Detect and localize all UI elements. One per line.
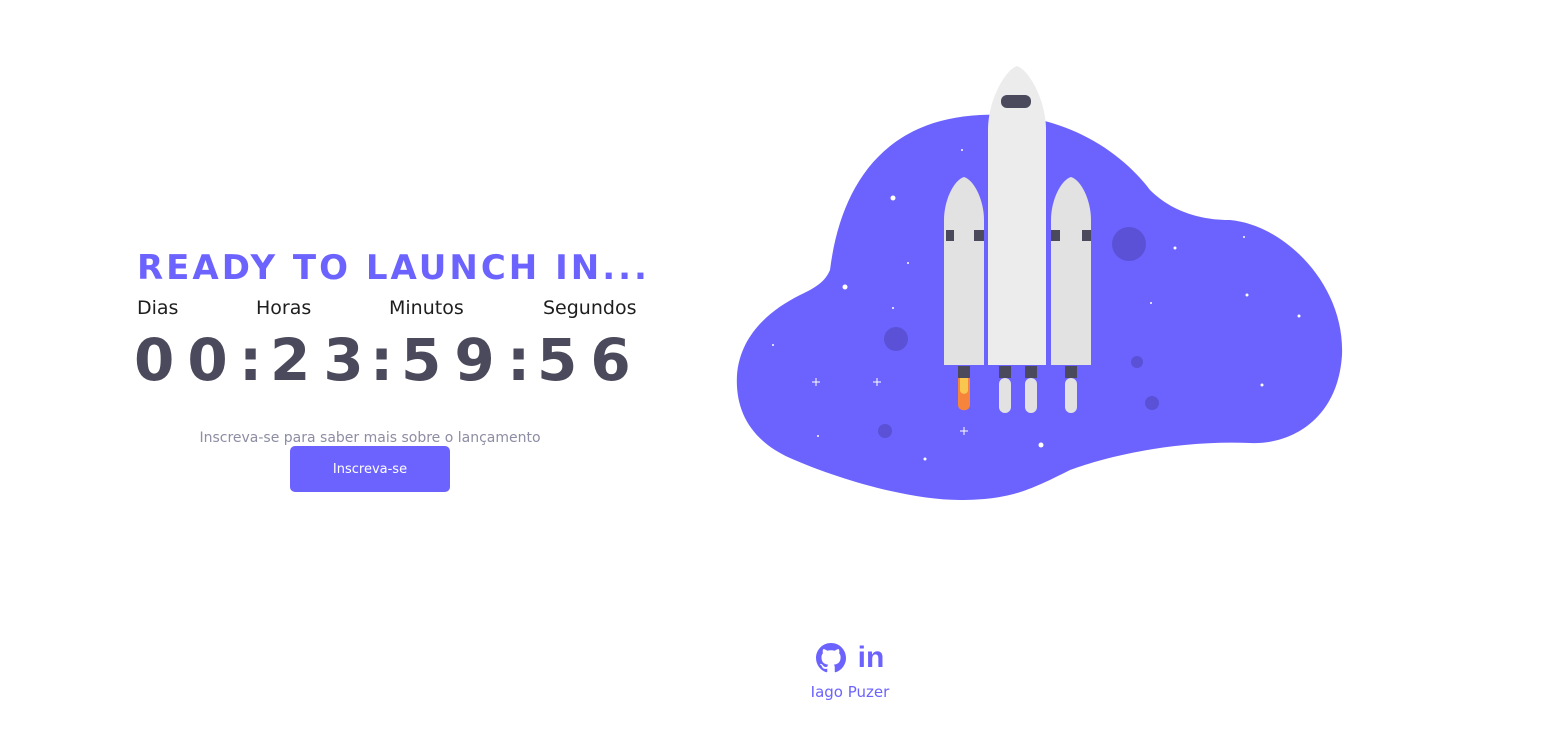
hours-label: Horas — [256, 297, 312, 319]
countdown-timer: 00 : 23 : 59 : 56 — [134, 326, 657, 394]
page: READY TO LAUNCH IN... Dias Horas Minutos… — [0, 0, 1562, 749]
countdown-labels: Dias Horas Minutos Segundos — [137, 297, 657, 323]
days-value: 00 — [134, 326, 241, 394]
github-link[interactable] — [815, 643, 846, 673]
subscribe-text: Inscreva-se para saber mais sobre o lanç… — [199, 430, 541, 446]
hours-value: 23 — [270, 326, 377, 394]
minutes-value: 59 — [401, 326, 508, 394]
subscribe-button[interactable]: Inscreva-se — [290, 446, 450, 492]
rocket-illustration — [736, 66, 1343, 501]
author-link[interactable]: Iago Puzer — [0, 683, 1562, 701]
planet — [1112, 227, 1146, 261]
days-label: Dias — [137, 297, 179, 319]
footer: in Iago Puzer — [0, 640, 1562, 701]
seconds-label: Segundos — [543, 297, 637, 319]
page-title: READY TO LAUNCH IN... — [137, 248, 650, 288]
planet — [884, 327, 908, 351]
linkedin-icon: in — [857, 641, 885, 674]
countdown-section: READY TO LAUNCH IN... Dias Horas Minutos… — [134, 246, 657, 492]
linkedin-link[interactable]: in — [858, 640, 885, 676]
planet — [1131, 356, 1143, 368]
center-core — [988, 66, 1046, 413]
seconds-value: 56 — [537, 326, 644, 394]
planet — [878, 424, 892, 438]
github-icon — [815, 643, 846, 673]
social-links: in — [815, 640, 885, 676]
minutes-label: Minutos — [389, 297, 464, 319]
planet — [1145, 396, 1159, 410]
